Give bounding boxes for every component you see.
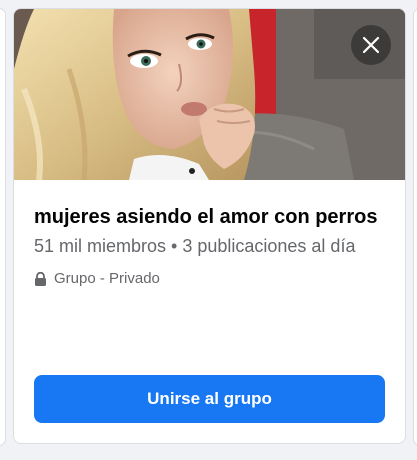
group-privacy-label: Grupo - Privado (54, 270, 160, 287)
next-card-edge (413, 8, 417, 446)
group-cover-photo[interactable] (14, 9, 405, 180)
cover-photo-image (14, 9, 405, 180)
group-title[interactable]: mujeres asiendo el amor con perros (34, 204, 385, 231)
lock-icon (34, 271, 47, 286)
group-suggestions-carousel: mujeres asiendo el amor con perros 51 mi… (0, 0, 417, 460)
group-suggestion-card: mujeres asiendo el amor con perros 51 mi… (13, 8, 406, 444)
previous-card-edge (0, 8, 6, 446)
group-privacy: Grupo - Privado (34, 270, 385, 287)
join-group-button[interactable]: Unirse al grupo (34, 375, 385, 423)
close-button[interactable] (351, 25, 391, 65)
group-meta: 51 mil miembros • 3 publicaciones al día (34, 236, 356, 256)
close-icon (362, 36, 380, 54)
group-info: mujeres asiendo el amor con perros 51 mi… (14, 180, 405, 287)
